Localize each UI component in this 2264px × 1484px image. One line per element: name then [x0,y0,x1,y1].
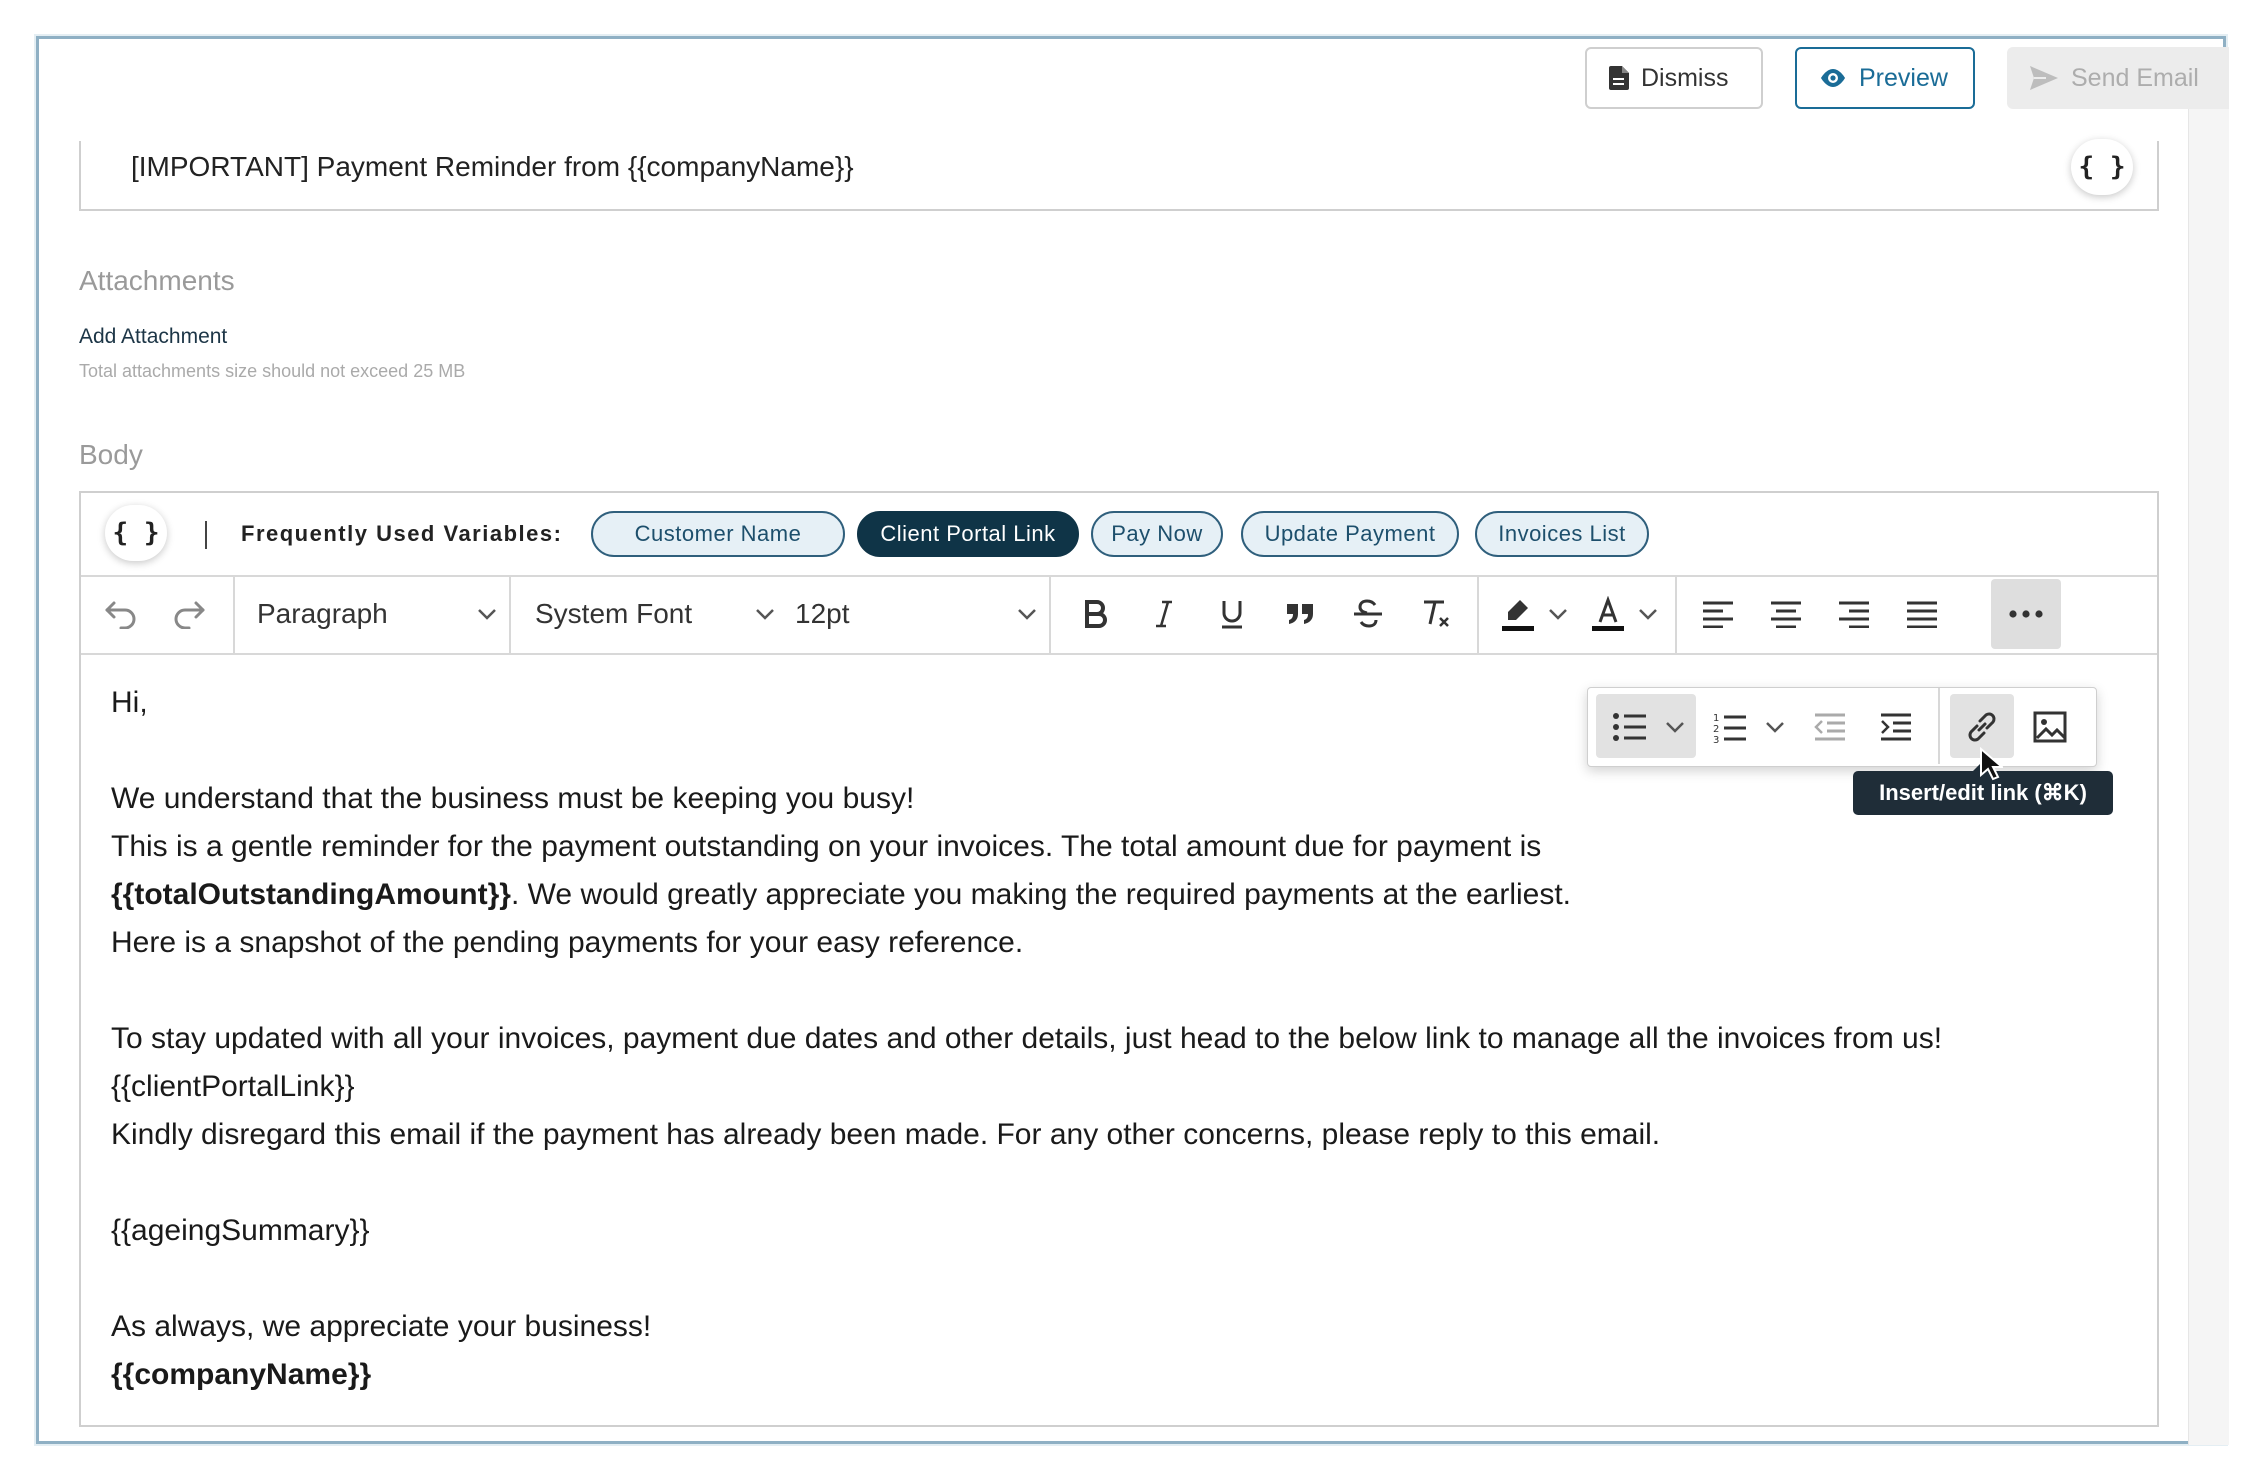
image-icon[interactable] [2018,696,2082,758]
align-left-icon[interactable] [1693,589,1743,639]
underline-icon[interactable] [1207,589,1257,639]
formatting-toolbar: Paragraph System Font 12pt [81,575,2157,655]
italic-icon[interactable] [1139,589,1189,639]
email-body-content[interactable]: Hi, We understand that the business must… [111,679,1942,1399]
client-portal-variable: {{clientPortalLink}} [111,1070,355,1103]
body-line: Here is a snapshot of the pending paymen… [111,926,1024,959]
subject-variable-button[interactable]: { } [2071,139,2133,195]
blockquote-icon[interactable] [1275,589,1325,639]
block-format-select[interactable]: Paragraph [257,575,507,653]
toolbar-divider [509,575,511,653]
ageing-summary-variable: {{ageingSummary}} [111,1214,370,1247]
preview-label: Preview [1859,63,1948,92]
align-justify-icon[interactable] [1897,589,1947,639]
scroll-area: Dismiss Preview Send Email [IMPORTANT] P… [39,39,2229,1447]
indent-icon[interactable] [1870,696,1922,758]
toolbar-divider [1675,575,1677,653]
chevron-down-icon[interactable] [1758,696,1792,758]
numbered-list-icon[interactable]: 123 [1702,696,1758,758]
body-variable-button[interactable]: { } [105,505,167,561]
send-email-label: Send Email [2071,63,2199,92]
chevron-down-icon [478,609,496,620]
undo-icon[interactable] [97,591,145,637]
outdent-icon[interactable] [1804,696,1856,758]
frequent-variables-title: Frequently Used Variables: [241,521,563,546]
cursor-icon [1980,747,2003,781]
preview-button[interactable]: Preview [1795,47,1975,109]
send-email-button[interactable]: Send Email [2007,47,2229,109]
more-icon [2009,610,2043,618]
body-line: Kindly disregard this email if the payme… [111,1118,1661,1151]
body-line: This is a gentle reminder for the paymen… [111,830,1542,863]
chip-update-payment[interactable]: Update Payment [1241,511,1459,557]
body-line [111,1159,1942,1207]
subject-field[interactable]: [IMPORTANT] Payment Reminder from {{comp… [79,139,2159,211]
more-toolbar-popup: 123 [1587,687,2097,767]
redo-icon[interactable] [165,591,213,637]
body-line: To stay updated with all your invoices, … [111,1022,1943,1055]
toolbar-divider [233,575,235,653]
body-line-tail: . We would greatly appreciate you making… [510,878,1572,911]
body-line-composite: {{totalOutstandingAmount}}. We would gre… [111,871,1942,919]
bold-icon[interactable] [1071,589,1121,639]
add-attachment-link[interactable]: Add Attachment [79,325,227,349]
email-template-window: Dismiss Preview Send Email [IMPORTANT] P… [36,36,2229,1447]
variables-divider [205,521,207,549]
body-heading: Body [79,439,143,470]
attachment-size-hint: Total attachments size should not exceed… [79,361,466,381]
block-format-value: Paragraph [257,598,388,629]
font-family-select[interactable]: System Font [535,575,785,653]
attachments-heading: Attachments [79,265,235,296]
popup-divider [1938,688,1940,764]
font-family-value: System Font [535,598,693,629]
frequent-variables-bar: { } Frequently Used Variables: Customer … [81,493,2157,577]
chevron-down-icon [756,609,774,620]
svg-text:3: 3 [1713,735,1719,743]
svg-text:1: 1 [1713,713,1719,724]
send-icon [2030,66,2058,90]
dismiss-label: Dismiss [1641,63,1729,92]
bullet-list-icon[interactable] [1602,696,1658,758]
subject-value: [IMPORTANT] Payment Reminder from {{comp… [131,151,854,182]
body-editor: { } Frequently Used Variables: Customer … [79,491,2159,1427]
dismiss-button[interactable]: Dismiss [1585,47,1763,109]
align-center-icon[interactable] [1761,589,1811,639]
chevron-down-icon [1018,609,1036,620]
eye-icon [1821,69,1845,87]
company-name-variable: {{companyName}} [111,1358,372,1391]
toolbar-divider [1049,575,1051,653]
scrollbar[interactable] [2188,109,2229,1445]
font-size-value: 12pt [795,598,850,629]
body-line [111,967,1942,1015]
highlight-icon[interactable] [1493,589,1543,639]
chip-customer-name[interactable]: Customer Name [591,511,845,557]
chip-client-portal-link[interactable]: Client Portal Link [857,511,1079,557]
document-icon [1609,66,1629,90]
text-color-icon[interactable] [1583,589,1633,639]
clear-format-icon[interactable] [1411,589,1461,639]
body-line: As always, we appreciate your business! [111,1310,652,1343]
body-line: We understand that the business must be … [111,782,915,815]
strikethrough-icon[interactable] [1343,589,1393,639]
chevron-down-icon[interactable] [1633,601,1663,627]
total-outstanding-variable: {{totalOutstandingAmount}} [111,878,511,911]
chevron-down-icon[interactable] [1543,601,1573,627]
svg-text:2: 2 [1713,724,1719,735]
align-right-icon[interactable] [1829,589,1879,639]
body-line [111,1255,1942,1303]
more-options-button[interactable] [1991,579,2061,649]
chevron-down-icon[interactable] [1658,696,1692,758]
toolbar-divider [1477,575,1479,653]
chip-pay-now[interactable]: Pay Now [1091,511,1223,557]
font-size-select[interactable]: 12pt [795,575,1045,653]
chip-invoices-list[interactable]: Invoices List [1475,511,1649,557]
